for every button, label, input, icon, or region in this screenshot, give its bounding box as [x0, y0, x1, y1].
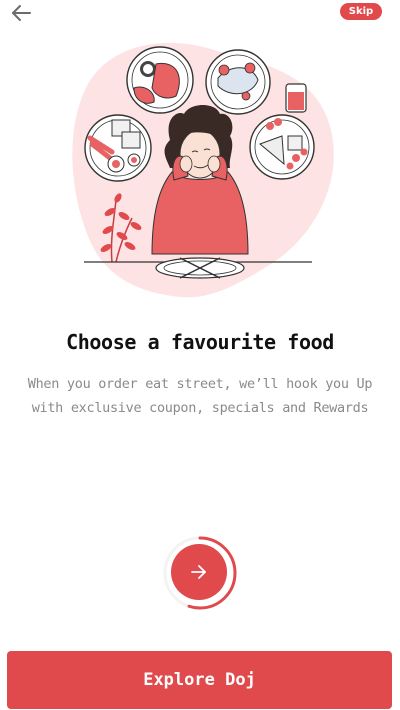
arrow-left-icon — [12, 5, 31, 21]
plate-croissant — [126, 46, 194, 114]
glass-juice — [285, 83, 307, 113]
back-button[interactable] — [8, 2, 34, 24]
arrow-right-icon — [191, 565, 206, 579]
food-illustration — [72, 42, 334, 298]
plate-breakfast — [84, 114, 152, 182]
skip-button[interactable]: Skip — [340, 3, 382, 20]
plate-cheese — [249, 114, 315, 180]
plate-fish — [205, 49, 271, 115]
empty-plate — [155, 257, 245, 279]
next-button[interactable] — [171, 544, 227, 600]
onboarding-description: When you order eat street, we’ll hook yo… — [27, 376, 373, 416]
explore-button[interactable]: Explore Doj — [7, 651, 392, 709]
onboarding-title: Choose a favourite food — [66, 330, 334, 354]
